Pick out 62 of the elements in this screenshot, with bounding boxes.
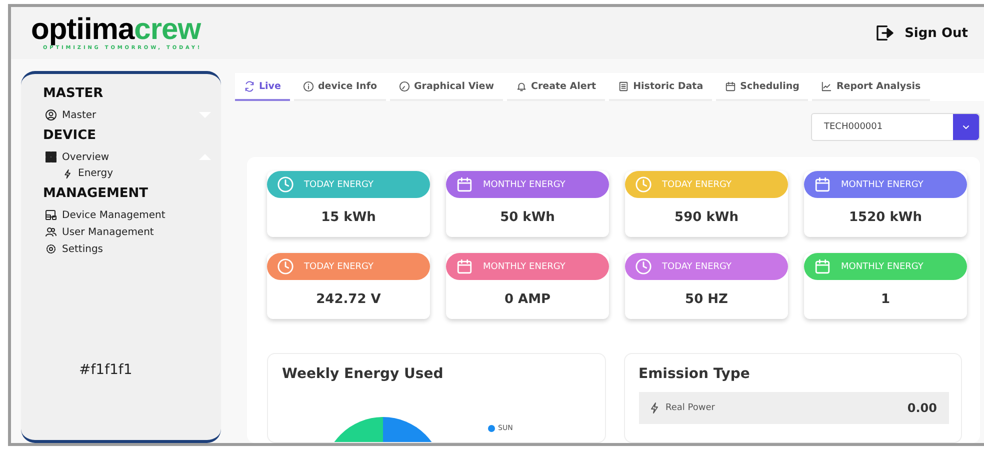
clock-icon bbox=[635, 176, 652, 193]
card-value: 590 kWh bbox=[674, 209, 740, 227]
bolt-icon bbox=[63, 168, 73, 178]
card-value: 1 bbox=[880, 291, 892, 309]
section-heading: DEVICE bbox=[43, 128, 97, 143]
clock-icon bbox=[277, 176, 294, 193]
sidebar-item[interactable]: Device Management bbox=[43, 207, 213, 224]
card-label: TODAY ENERGY bbox=[304, 180, 374, 190]
tab[interactable]: Report Analysis bbox=[812, 73, 930, 101]
calendar-icon bbox=[456, 176, 473, 193]
device-select[interactable]: TECH000001 bbox=[811, 113, 980, 141]
sign-out-button[interactable]: Sign Out bbox=[870, 19, 972, 47]
tab[interactable]: device Info bbox=[294, 73, 386, 101]
refresh-icon bbox=[244, 80, 255, 92]
tab[interactable]: Graphical View bbox=[390, 73, 503, 101]
sidebar-item[interactable]: Master bbox=[43, 107, 213, 124]
tab[interactable]: Live bbox=[235, 73, 290, 101]
calendar-icon bbox=[456, 258, 473, 275]
card-label: MONTHLY ENERGY bbox=[841, 180, 924, 190]
card-value: 0 AMP bbox=[503, 291, 552, 309]
clock-icon bbox=[635, 258, 652, 275]
tab[interactable]: Scheduling bbox=[716, 73, 808, 101]
devices-icon bbox=[45, 209, 57, 221]
sidebar-item[interactable]: User Management bbox=[43, 224, 213, 241]
section-heading: MASTER bbox=[43, 86, 104, 101]
sidebar-item[interactable]: Settings bbox=[43, 241, 213, 258]
card-value: 50 kWh bbox=[499, 209, 556, 227]
card-label: TODAY ENERGY bbox=[304, 262, 374, 272]
row-value: 0.00 bbox=[907, 401, 937, 415]
card-label: MONTHLY ENERGY bbox=[841, 262, 924, 272]
settings-icon bbox=[45, 243, 57, 255]
card-value: 1520 kWh bbox=[848, 209, 923, 227]
tab[interactable]: Historic Data bbox=[609, 73, 712, 101]
gauge-icon bbox=[399, 80, 410, 92]
sidebar-item[interactable]: Energy bbox=[43, 166, 193, 182]
card-value: 50 HZ bbox=[684, 291, 729, 309]
user-icon bbox=[45, 109, 57, 121]
section-heading: MANAGEMENT bbox=[43, 186, 150, 201]
calendar-icon bbox=[814, 258, 831, 275]
bolt-icon bbox=[648, 402, 660, 414]
clock-icon bbox=[277, 258, 294, 275]
card-label: TODAY ENERGY bbox=[662, 180, 732, 190]
card-value: 15 kWh bbox=[320, 209, 377, 227]
card-label: MONTHLY ENERGY bbox=[483, 262, 566, 272]
bell-icon bbox=[516, 80, 527, 92]
card-label: MONTHLY ENERGY bbox=[483, 180, 566, 190]
sign-out-icon bbox=[874, 23, 895, 43]
sidebar-item[interactable]: Overview bbox=[43, 149, 213, 166]
row-label: Real Power bbox=[666, 403, 715, 413]
document-icon bbox=[618, 80, 630, 92]
card-label: TODAY ENERGY bbox=[662, 262, 732, 272]
card-value: 242.72 V bbox=[315, 291, 382, 309]
info-icon bbox=[302, 80, 314, 92]
tab[interactable]: Create Alert bbox=[506, 73, 606, 101]
sidebar-note: #f1f1f1 bbox=[79, 362, 132, 378]
users-icon bbox=[45, 226, 57, 238]
card-title: Emission Type bbox=[638, 366, 751, 382]
card-title: Weekly Energy Used bbox=[282, 366, 444, 382]
line-chart-icon bbox=[821, 80, 832, 92]
calendar-icon bbox=[814, 176, 831, 193]
calendar-icon bbox=[725, 80, 736, 92]
logo-wordmark: optiimacrew bbox=[31, 15, 202, 45]
